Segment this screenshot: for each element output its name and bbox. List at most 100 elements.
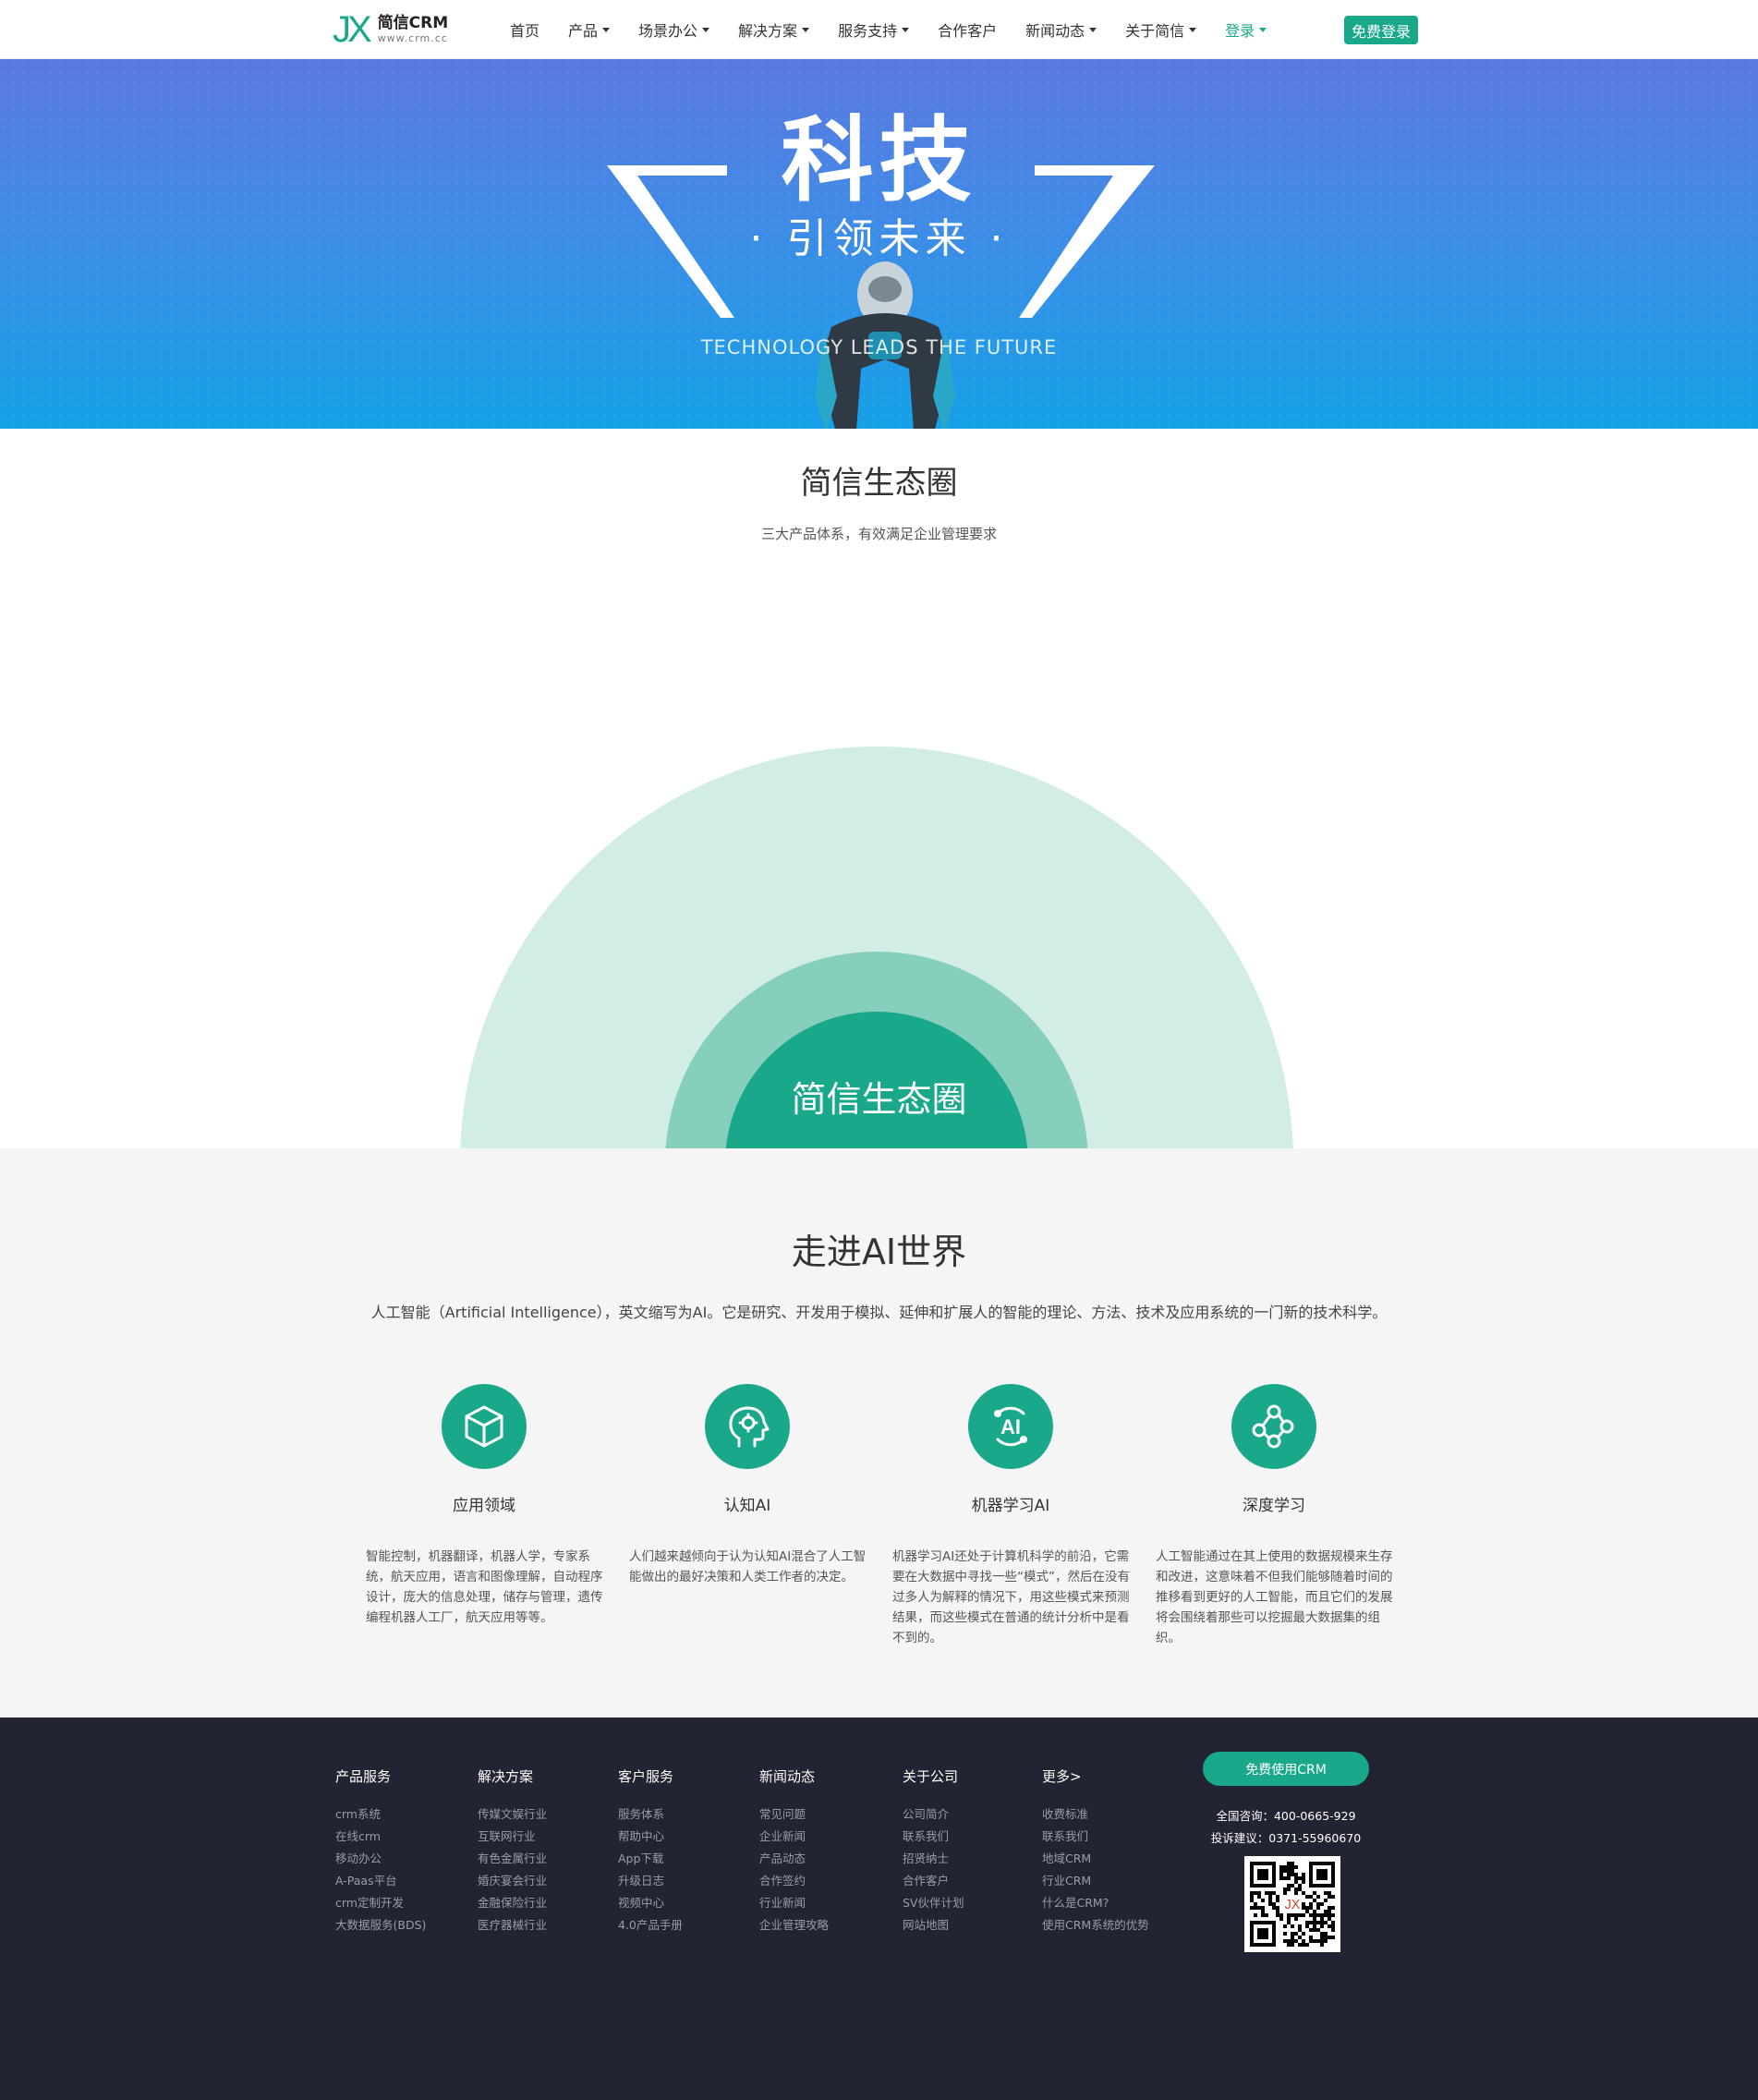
footer-link[interactable]: 升级日志 — [618, 1870, 683, 1892]
footer-link[interactable]: 互联网行业 — [478, 1826, 547, 1848]
footer-link[interactable]: 公司简介 — [903, 1803, 964, 1826]
caret-down-icon — [602, 27, 611, 32]
main-menu: 首页 产品 场景办公 解决方案 服务支持 合作客户 新闻动态 关于简信 登录 — [510, 0, 1295, 59]
footer-link[interactable]: 视频中心 — [618, 1892, 683, 1914]
ai-icon: AI — [968, 1384, 1053, 1469]
ai-section: 走进AI世界 人工智能（Artificial Intelligence），英文缩… — [0, 1148, 1758, 1718]
nav-item-label: 首页 — [510, 22, 540, 40]
banner-subtitle: · 引领未来 · — [749, 215, 1009, 262]
footer-link[interactable]: 地域CRM — [1042, 1848, 1149, 1870]
feature-text: 机器学习AI还处于计算机科学的前沿，它需要在大数据中寻找一些“模式”，然后在没有… — [892, 1549, 1130, 1645]
footer-link[interactable]: 移动办公 — [335, 1848, 426, 1870]
footer-column-heading: 产品服务 — [335, 1768, 392, 1785]
free-crm-button[interactable]: 免费使用CRM — [1203, 1752, 1369, 1786]
footer-link[interactable]: 产品动态 — [759, 1848, 829, 1870]
footer-link[interactable]: 传媒文娱行业 — [478, 1803, 547, 1826]
footer-link[interactable]: 合作客户 — [903, 1870, 964, 1892]
footer-link[interactable]: 行业CRM — [1042, 1870, 1149, 1892]
footer-link[interactable]: 使用CRM系统的优势 — [1042, 1914, 1149, 1936]
nav-item[interactable]: 产品 — [568, 18, 611, 41]
qr-code-pattern: JX — [1250, 1862, 1335, 1947]
footer-link[interactable]: 有色金属行业 — [478, 1848, 547, 1870]
footer-link[interactable]: 金融保险行业 — [478, 1892, 547, 1914]
logo[interactable]: JX 简信CRM www.crm.cc — [333, 9, 448, 50]
footer-link[interactable]: 合作签约 — [759, 1870, 829, 1892]
brain-head-icon — [705, 1384, 790, 1469]
footer-link[interactable]: 什么是CRM? — [1042, 1892, 1149, 1914]
nav-item[interactable]: 解决方案 — [738, 18, 810, 41]
banner-english-tagline: TECHNOLOGY LEADS THE FUTURE — [700, 336, 1058, 358]
share-network-icon — [1231, 1384, 1316, 1469]
footer-link[interactable]: 常见问题 — [759, 1803, 829, 1826]
caret-down-icon — [902, 27, 910, 32]
nav-item-label: 产品 — [568, 22, 599, 40]
footer-link[interactable]: 网站地图 — [903, 1914, 964, 1936]
footer-link[interactable]: 医疗器械行业 — [478, 1914, 547, 1936]
logo-url: www.crm.cc — [377, 32, 448, 44]
footer-column: 客户服务服务体系 帮助中心 App下载 升级日志 视频中心 4.0产品手册 — [618, 1766, 683, 1936]
caret-down-icon — [1259, 27, 1267, 32]
footer-column: 新闻动态 常见问题 企业新闻 产品动态 合作签约 行业新闻 企业管理攻略 — [759, 1766, 829, 1936]
qr-code: JX — [1244, 1856, 1340, 1952]
nav-item-label: 关于简信 — [1125, 22, 1185, 40]
footer-link[interactable]: crm定制开发 — [335, 1892, 426, 1914]
site-footer: 免费使用CRM 全国咨询：400-0665-929 投诉建议：0371-5596… — [0, 1718, 1758, 2100]
top-navbar: JX 简信CRM www.crm.cc 首页 产品 场景办公 解决方案 服务支持 合作客户… — [0, 0, 1758, 59]
footer-link[interactable]: 招贤纳士 — [903, 1848, 964, 1870]
nav-item-label: 解决方案 — [738, 22, 798, 40]
footer-column-heading: 客户服务 — [618, 1768, 674, 1785]
nav-item[interactable]: 合作客户 — [938, 18, 997, 41]
free-login-button[interactable]: 免费登录 — [1344, 16, 1418, 44]
footer-column-heading: 更多> — [1042, 1768, 1082, 1785]
footer-link[interactable]: 大数据服务(BDS) — [335, 1914, 426, 1936]
nav-item-label: 合作客户 — [938, 22, 998, 40]
caret-down-icon — [702, 27, 710, 32]
footer-column-heading: 关于公司 — [903, 1768, 959, 1785]
footer-column: 解决方案 传媒文娱行业 互联网行业 有色金属行业 婚庆宴会行业 金融保险行业 医疗器械行业 — [478, 1766, 547, 1936]
footer-column: 更多> 收费标准 联系我们 地域CRM 行业CRM 什么是CRM? 使用CRM系统的优势 — [1042, 1766, 1149, 1936]
ai-section-description: 人工智能（Artificial Intelligence），英文缩写为AI。它是… — [370, 1304, 1388, 1321]
footer-link[interactable]: 企业新闻 — [759, 1826, 829, 1848]
footer-link[interactable]: 行业新闻 — [759, 1892, 829, 1914]
feature-name: 应用领域 — [453, 1497, 515, 1515]
footer-link[interactable]: 帮助中心 — [618, 1826, 683, 1848]
nav-item-label: 服务支持 — [838, 22, 898, 40]
eco-circles: 简信生态圈 — [0, 739, 1758, 1148]
footer-link[interactable]: 联系我们 — [903, 1826, 964, 1848]
feature-text: 智能控制，机器翻译，机器人学，专家系统，航天应用，语言和图像理解，自动程序设计，… — [366, 1549, 603, 1625]
nav-item[interactable]: 首页 — [510, 18, 540, 41]
feature-text: 人工智能通过在其上使用的数据规模来生存和改进，这意味着不但我们能够随着时间的推移… — [1156, 1549, 1393, 1645]
footer-link[interactable]: 4.0产品手册 — [618, 1914, 683, 1936]
footer-link[interactable]: 收费标准 — [1042, 1803, 1149, 1826]
footer-column: 关于公司公司简介 联系我们 招贤纳士 合作客户 SV伙伴计划 网站地图 — [903, 1766, 964, 1936]
eco-section-title: 简信生态圈 — [800, 465, 958, 502]
footer-link[interactable]: SV伙伴计划 — [903, 1892, 964, 1914]
footer-link[interactable]: 服务体系 — [618, 1803, 683, 1826]
caret-down-icon — [1189, 27, 1197, 32]
logo-name: 简信CRM — [377, 14, 449, 32]
nav-item[interactable]: 登录 — [1225, 18, 1267, 41]
footer-link[interactable]: 企业管理攻略 — [759, 1914, 829, 1936]
eco-center-label: 简信生态圈 — [791, 1079, 967, 1120]
nav-item-label: 登录 — [1225, 22, 1255, 40]
footer-link[interactable]: A-Paas平台 — [335, 1870, 426, 1892]
qr-logo-label: JX — [1285, 1898, 1301, 1912]
nav-item[interactable]: 服务支持 — [838, 18, 910, 41]
nav-item[interactable]: 场景办公 — [638, 18, 710, 41]
footer-link[interactable]: crm系统 — [335, 1803, 426, 1826]
footer-column: 产品服务 crm系统 在线crm 移动办公 A-Paas平台 crm定制开发 大数据服务(B… — [335, 1766, 426, 1936]
footer-link[interactable]: 联系我们 — [1042, 1826, 1149, 1848]
nav-item[interactable]: 新闻动态 — [1025, 18, 1097, 41]
ai-section-title: 走进AI世界 — [791, 1232, 967, 1272]
hotline-text: 全国咨询：400-0665-929 — [1216, 1809, 1356, 1823]
caret-down-icon — [802, 27, 810, 32]
nav-item[interactable]: 关于简信 — [1125, 18, 1197, 41]
logo-text: 简信CRM www.crm.cc — [378, 14, 448, 45]
caret-down-icon — [1089, 27, 1097, 32]
feature-name: 深度学习 — [1243, 1497, 1305, 1515]
footer-link[interactable]: App下载 — [618, 1848, 683, 1870]
banner-title: 科技 — [781, 106, 977, 214]
footer-link[interactable]: 在线crm — [335, 1826, 426, 1848]
footer-link[interactable]: 婚庆宴会行业 — [478, 1870, 547, 1892]
hero-banner: 科技 · 引领未来 · TECHNOLOGY LEADS THE FUTURE — [0, 59, 1758, 429]
